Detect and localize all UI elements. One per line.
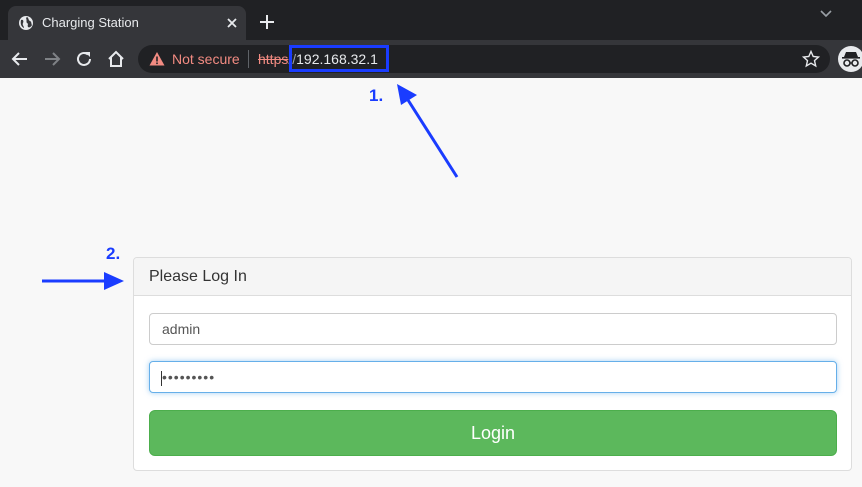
omnibox-divider bbox=[248, 50, 249, 68]
forward-arrow-icon[interactable] bbox=[42, 49, 62, 69]
arrow-to-login bbox=[42, 272, 124, 290]
url-highlight-box bbox=[289, 45, 389, 72]
url-scheme: https bbox=[258, 51, 289, 67]
panel-heading: Please Log In bbox=[134, 258, 851, 296]
plus-icon[interactable] bbox=[258, 13, 276, 31]
password-input[interactable]: ••••••••• bbox=[149, 361, 837, 393]
globe-icon bbox=[19, 16, 33, 30]
browser-toolbar: Not secure https//192.168.32.1 bbox=[0, 40, 862, 78]
home-icon[interactable] bbox=[106, 49, 126, 69]
step-2-label: 2. bbox=[106, 244, 121, 263]
close-icon[interactable] bbox=[224, 15, 240, 31]
star-icon[interactable] bbox=[802, 50, 820, 68]
login-button[interactable]: Login bbox=[149, 410, 837, 456]
security-status[interactable]: Not secure bbox=[172, 51, 240, 67]
step-1-label: 1. bbox=[369, 86, 384, 105]
arrow-to-url bbox=[397, 84, 459, 178]
login-panel: Please Log In admin ••••••••• Login bbox=[133, 257, 852, 471]
chevron-down-icon[interactable] bbox=[818, 6, 834, 22]
tab-title: Charging Station bbox=[42, 15, 139, 30]
back-arrow-icon[interactable] bbox=[10, 49, 30, 69]
address-bar[interactable]: Not secure https//192.168.32.1 bbox=[138, 45, 830, 73]
password-mask: ••••••••• bbox=[162, 369, 216, 385]
incognito-icon[interactable] bbox=[838, 46, 862, 72]
username-input[interactable]: admin bbox=[149, 313, 837, 345]
reload-icon[interactable] bbox=[74, 49, 94, 69]
tab-strip: Charging Station bbox=[0, 0, 862, 40]
browser-tab[interactable]: Charging Station bbox=[8, 6, 246, 40]
warning-icon[interactable] bbox=[149, 51, 165, 67]
